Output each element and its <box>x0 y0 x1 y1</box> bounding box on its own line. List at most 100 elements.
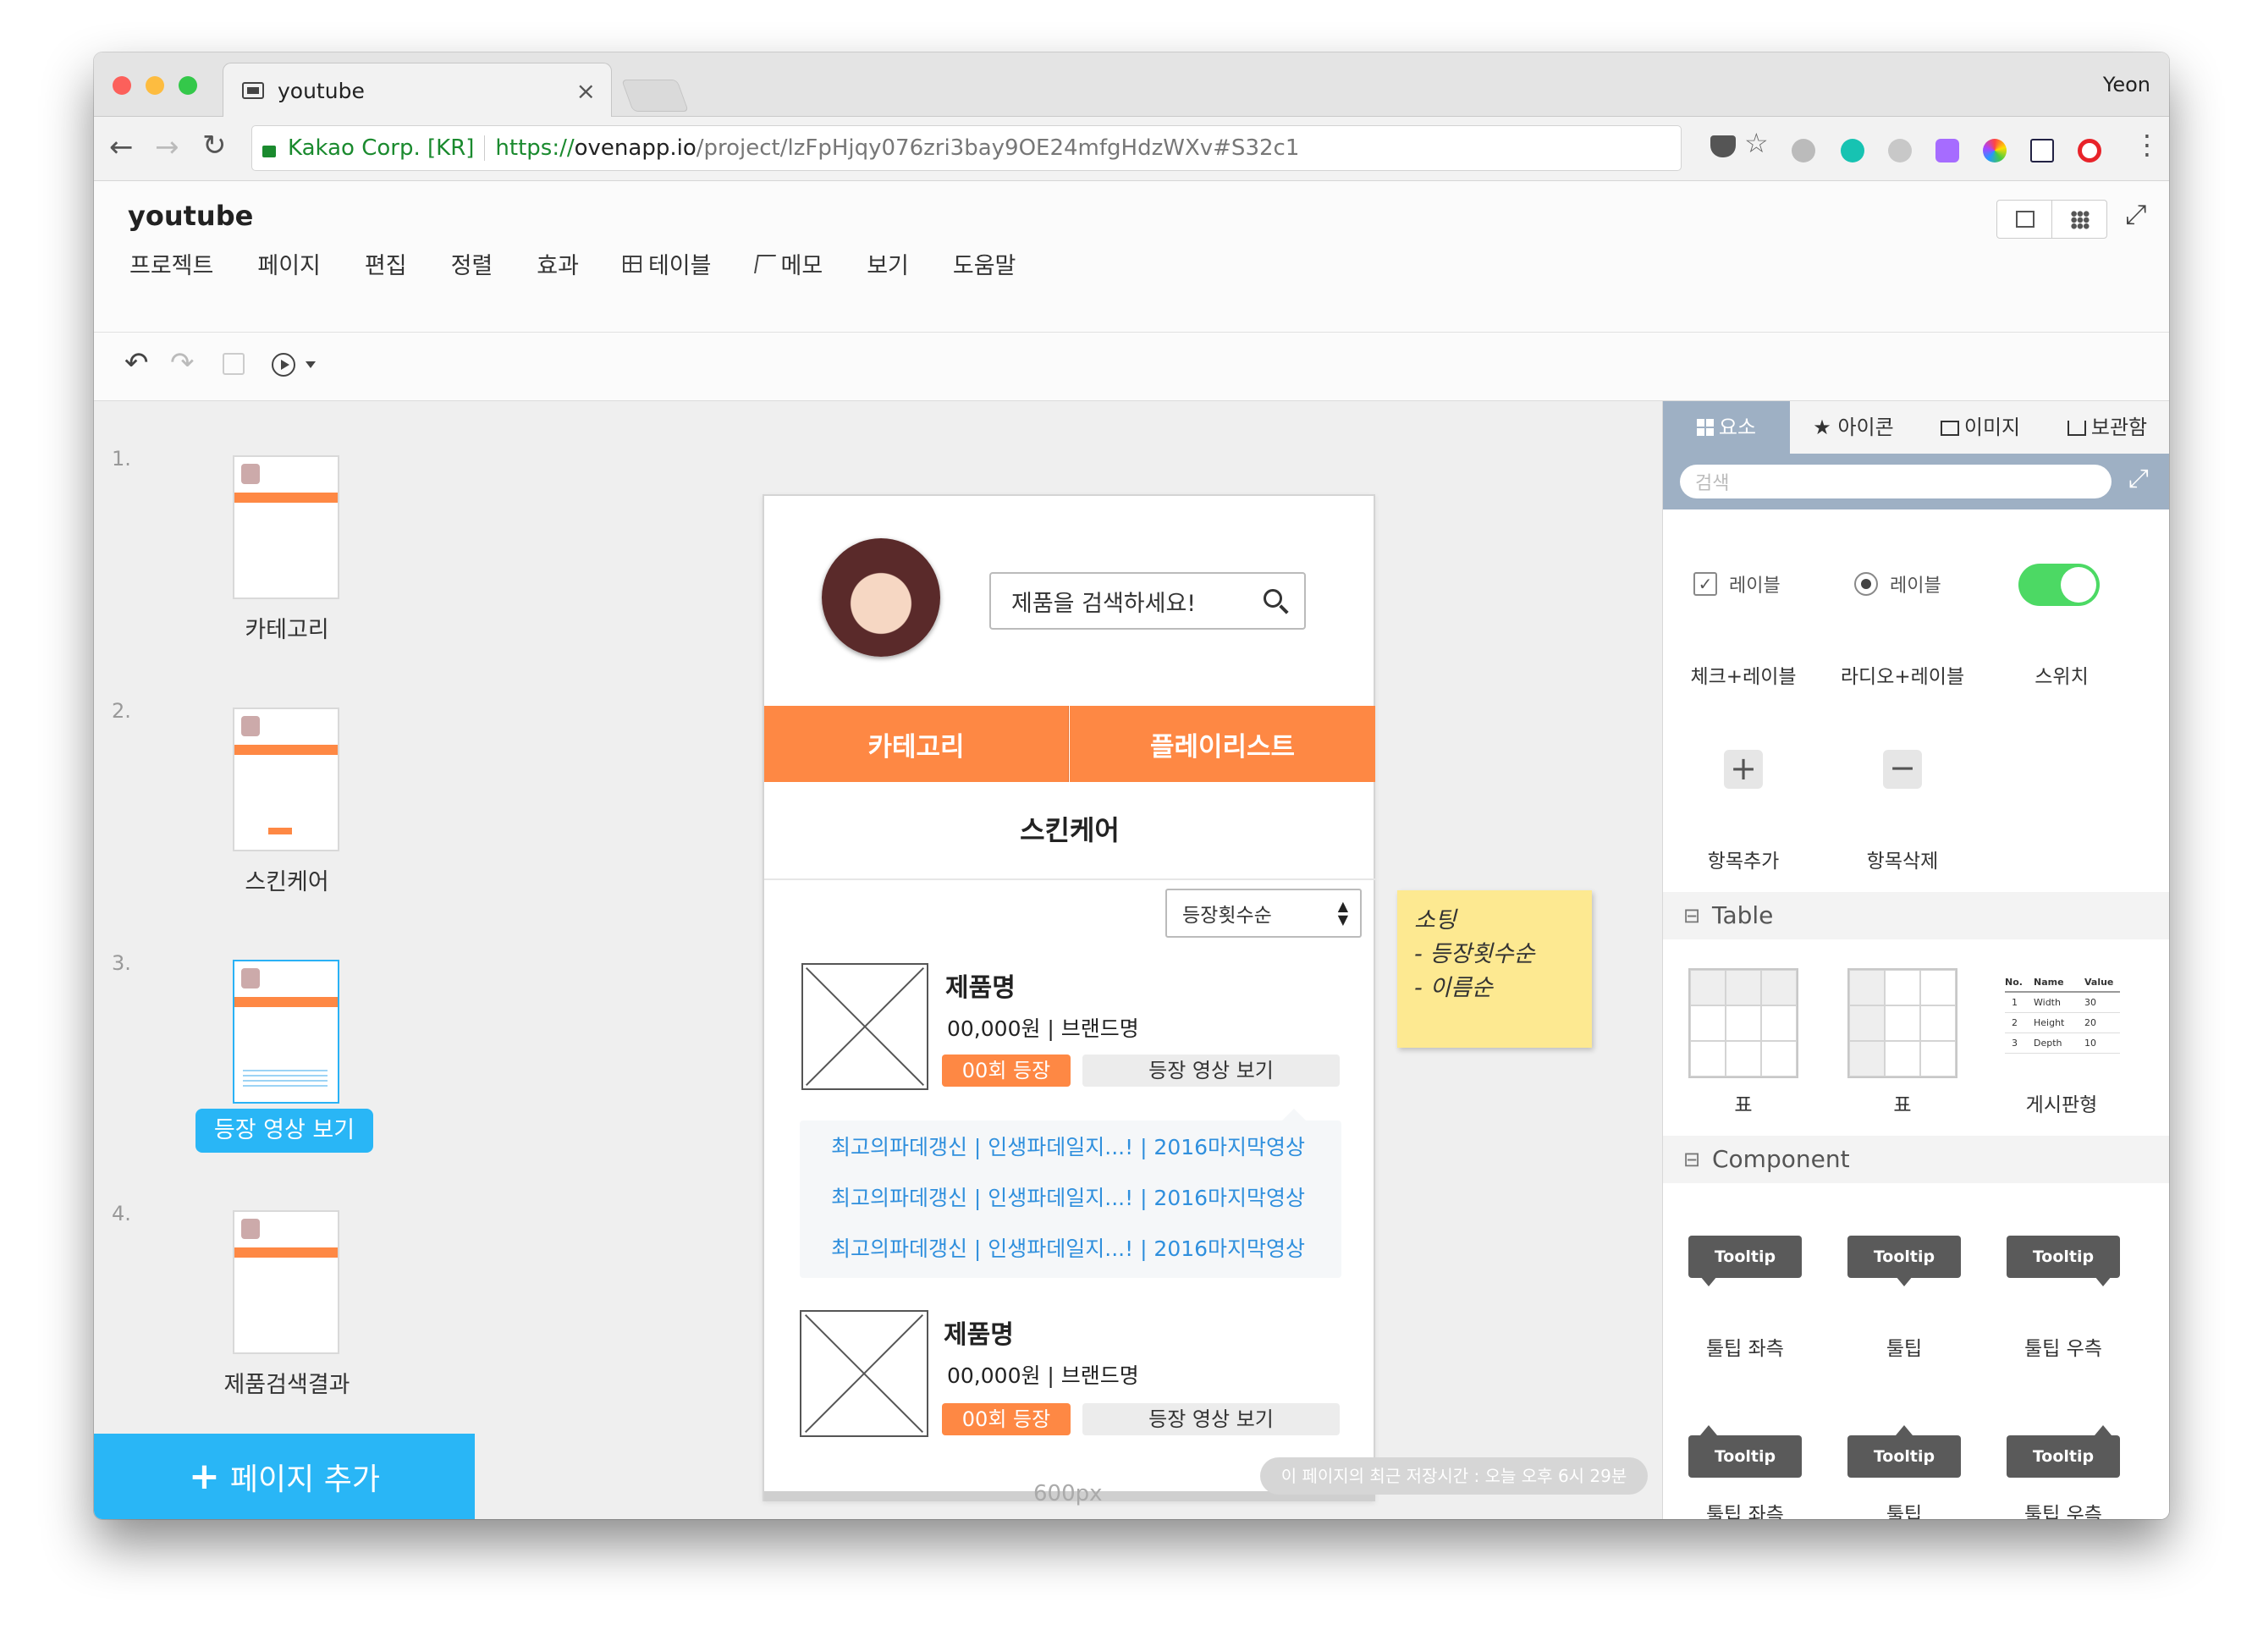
page-label-1[interactable]: 카테고리 <box>195 611 378 644</box>
table-element-1[interactable] <box>1688 968 1798 1078</box>
browser-tab[interactable]: youtube × <box>223 63 612 118</box>
redo-icon[interactable]: ↷ <box>170 346 195 380</box>
grid-view-button[interactable] <box>2051 200 2107 239</box>
board-row: 1 Width 30 <box>2005 993 2120 1013</box>
url-path: /project/lzFpHjqy076zri3bay9OE24mfgHdzWX… <box>696 135 1300 161</box>
product-search-box[interactable]: 제품을 검색하세요! <box>989 572 1306 630</box>
page-thumbnail-1[interactable] <box>233 455 339 599</box>
add-page-button[interactable]: + 페이지 추가 <box>94 1434 475 1519</box>
add-item-element[interactable]: + <box>1724 750 1763 789</box>
menu-project[interactable]: 프로젝트 <box>129 247 213 280</box>
tooltip-right-element[interactable]: Tooltip <box>2007 1236 2120 1278</box>
play-dropdown-icon[interactable] <box>306 361 316 368</box>
globe-extension-icon[interactable] <box>1792 139 1815 162</box>
notion-extension-icon[interactable] <box>2030 139 2054 162</box>
menu-table[interactable]: 테이블 <box>648 247 712 280</box>
menu-effect[interactable]: 효과 <box>537 247 579 280</box>
gray-extension-icon[interactable] <box>1888 139 1912 162</box>
browser-tab-strip: youtube × Yeon <box>94 52 2169 118</box>
m-extension-icon[interactable] <box>1841 139 1864 162</box>
save-status: 이 페이지의 최근 저장시간 : 오늘 오후 6시 29분 <box>1260 1457 1648 1495</box>
profile-name[interactable]: Yeon <box>2103 73 2150 96</box>
board-table-element[interactable]: No. Name Value 1 Width 30 2 Height 20 3 Depth 10 <box>2005 977 2120 1054</box>
tab-images[interactable]: 이미지 <box>1917 401 2044 454</box>
pocket-icon[interactable] <box>1710 135 1736 157</box>
minimize-window-button[interactable] <box>146 76 164 95</box>
video-link[interactable]: 최고의파데갱신 | 인생파데일지...! | 2016마지막영상 <box>800 1181 1336 1212</box>
page-label-2[interactable]: 스킨케어 <box>195 863 378 896</box>
view-videos-button[interactable]: 등장 영상 보기 <box>1082 1055 1340 1087</box>
tab-category[interactable]: 카테고리 <box>764 706 1069 782</box>
profile-avatar[interactable] <box>822 538 940 657</box>
add-item-caption: 항목추가 <box>1707 851 1780 873</box>
save-icon[interactable] <box>223 353 245 375</box>
undo-icon[interactable]: ↶ <box>124 346 149 380</box>
tab-favicon-icon <box>242 82 264 99</box>
address-bar[interactable]: Kakao Corp. [KR] https:// ovenapp.io /pr… <box>251 125 1682 171</box>
panel-search-input[interactable]: 검색 <box>1680 465 2112 498</box>
table-element-2[interactable] <box>1847 968 1957 1078</box>
search-placeholder: 제품을 검색하세요! <box>1011 590 1197 617</box>
search-icon[interactable] <box>1264 589 1289 614</box>
menu-memo[interactable]: 메모 <box>781 247 823 280</box>
board-cell: 1 <box>2012 997 2018 1008</box>
opera-extension-icon[interactable] <box>2078 139 2101 162</box>
bookmark-star-icon[interactable]: ☆ <box>1744 127 1769 159</box>
inbox-icon <box>2067 421 2086 436</box>
video-link[interactable]: 최고의파데갱신 | 인생파데일지...! | 2016마지막영상 <box>800 1131 1336 1161</box>
play-preview-icon[interactable] <box>272 353 295 377</box>
expand-icon[interactable]: ⤢ <box>2128 464 2149 493</box>
component-section-header[interactable]: Component <box>1663 1136 2169 1183</box>
sort-select[interactable]: 등장횟수순 ▲ ▼ <box>1165 889 1362 938</box>
page-thumbnail-4[interactable] <box>233 1210 339 1354</box>
page-thumbnail-2[interactable] <box>233 708 339 851</box>
tab-elements[interactable]: 요소 <box>1663 401 1790 454</box>
memo-note[interactable]: 소팅 - 등장횟수순 - 이름순 <box>1397 890 1592 1048</box>
board-cell: 2 <box>2012 1017 2018 1028</box>
tooltip-caption: 툴팁 우측 <box>2024 1338 2102 1360</box>
page-label-3-selected[interactable]: 등장 영상 보기 <box>195 1109 373 1153</box>
tooltip-caption: 툴팁 <box>1886 1504 1923 1519</box>
menu-help[interactable]: 도움말 <box>953 247 1016 280</box>
checkbox-label-element[interactable]: ✓ 레이블 <box>1693 570 1781 597</box>
remove-item-element[interactable]: − <box>1883 750 1922 789</box>
tab-playlist[interactable]: 플레이리스트 <box>1070 706 1375 782</box>
page-canvas[interactable]: 제품을 검색하세요! 카테고리 플레이리스트 스킨케어 등장횟수순 ▲ ▼ 제품명… <box>763 494 1375 1501</box>
back-arrow-icon[interactable]: ← <box>109 130 134 164</box>
switch-toggle-element[interactable] <box>2018 564 2100 606</box>
tooltip-right-bottom-element[interactable]: Tooltip <box>2007 1435 2120 1478</box>
page-label-4[interactable]: 제품검색결과 <box>195 1366 378 1399</box>
more-menu-icon[interactable]: ⋮ <box>2134 129 2161 161</box>
board-cell: 30 <box>2084 997 2096 1008</box>
tooltip-element[interactable]: Tooltip <box>1847 1236 1961 1278</box>
fullscreen-icon[interactable]: ⤢ <box>2125 198 2147 231</box>
tab-icons[interactable]: ★ 아이콘 <box>1790 401 1917 454</box>
switch-knob <box>2061 567 2096 603</box>
forward-arrow-icon[interactable]: → <box>155 130 179 164</box>
tooltip-bottom-element[interactable]: Tooltip <box>1847 1435 1961 1478</box>
menu-edit[interactable]: 편집 <box>365 247 407 280</box>
filmstrip-view-button[interactable] <box>1996 200 2052 239</box>
color-wheel-extension-icon[interactable] <box>1983 139 2007 162</box>
radio-label-element[interactable]: 레이블 <box>1854 570 1941 597</box>
tooltip-pointer <box>1700 1276 1717 1286</box>
memo-line: - 이름순 <box>1414 975 1493 1001</box>
new-tab-button[interactable] <box>621 80 689 112</box>
menu-view[interactable]: 보기 <box>867 247 909 280</box>
table-section-header[interactable]: Table <box>1663 892 2169 939</box>
close-window-button[interactable] <box>113 76 131 95</box>
browser-window: youtube × Yeon ← → ↻ Kakao Corp. [KR] ht… <box>94 52 2169 1519</box>
video-link[interactable]: 최고의파데갱신 | 인생파데일지...! | 2016마지막영상 <box>800 1232 1336 1263</box>
view-videos-button[interactable]: 등장 영상 보기 <box>1082 1403 1340 1435</box>
menu-page[interactable]: 페이지 <box>257 247 321 280</box>
purple-extension-icon[interactable] <box>1935 139 1959 162</box>
page-thumbnail-3-selected[interactable] <box>233 960 339 1104</box>
tooltip-left-bottom-element[interactable]: Tooltip <box>1688 1435 1802 1478</box>
menu-align[interactable]: 정렬 <box>451 247 493 280</box>
reload-icon[interactable]: ↻ <box>202 129 227 162</box>
tooltip-left-element[interactable]: Tooltip <box>1688 1236 1802 1278</box>
tab-storage[interactable]: 보관함 <box>2044 401 2169 454</box>
tab-close-icon[interactable]: × <box>576 77 596 105</box>
appearance-count-badge: 00회 등장 <box>942 1403 1071 1435</box>
maximize-window-button[interactable] <box>179 76 197 95</box>
